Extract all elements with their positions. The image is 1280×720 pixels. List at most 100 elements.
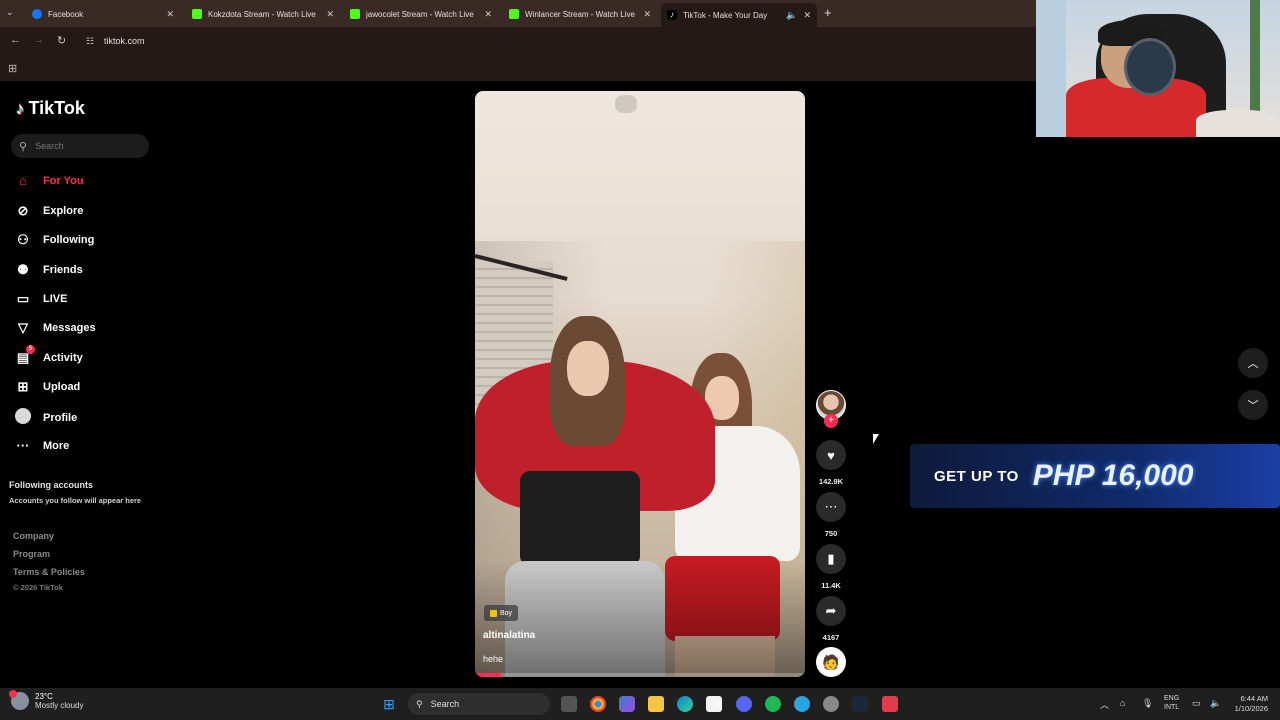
nav-activity[interactable]: ▤ 5 Activity: [15, 345, 83, 366]
activity-badge: 5: [26, 345, 35, 354]
task-view-icon[interactable]: [561, 696, 577, 712]
previous-video-button[interactable]: ︿: [1238, 348, 1268, 378]
back-button[interactable]: ←: [10, 34, 21, 46]
tab-tiktok[interactable]: ♪ TikTok - Make Your Day 🔈 ✕: [661, 3, 817, 27]
input-language[interactable]: ENG INTL: [1164, 694, 1179, 712]
clock-date: 1/10/2026: [1234, 704, 1268, 713]
share-button[interactable]: ➦: [816, 596, 846, 626]
search-box[interactable]: ⚲: [11, 134, 149, 158]
chevron-down-icon: ﹀: [1247, 400, 1259, 412]
video-progress-bar[interactable]: [475, 673, 805, 677]
taskbar-search[interactable]: ⚲ Search: [408, 693, 550, 715]
video-player[interactable]: Boy altinalatina hehe: [475, 91, 805, 677]
nav-live[interactable]: ▭ LIVE: [15, 291, 68, 307]
search-icon: ⚲: [416, 698, 423, 709]
system-clock[interactable]: 6:44 AM 1/10/2026: [1228, 694, 1268, 714]
windows-taskbar: [0, 688, 1280, 720]
display-icon[interactable]: ▭: [1192, 698, 1201, 709]
video-username[interactable]: altinalatina: [483, 630, 535, 641]
tab-winlancer[interactable]: Winlancer Stream - Watch Live ✕: [503, 4, 657, 24]
nav-label: Upload: [43, 381, 81, 393]
tab-jawocolet[interactable]: jawocolet Stream - Watch Live ✕: [344, 4, 498, 24]
mic-icon[interactable]: 🎙: [1142, 698, 1153, 709]
promo-prefix: GET UP TO: [934, 467, 1019, 485]
music-disc[interactable]: 🧑: [816, 647, 846, 677]
following-icon: ⚇: [17, 232, 29, 247]
close-icon[interactable]: ✕: [326, 9, 334, 20]
footer-link-program[interactable]: Program: [13, 549, 50, 559]
cam-microphone: [1124, 38, 1176, 96]
nav-upload[interactable]: ⊞ Upload: [15, 379, 81, 395]
nav-explore[interactable]: ⊘ Explore: [15, 203, 84, 219]
tab-search-icon[interactable]: ⌄: [6, 7, 14, 18]
close-icon[interactable]: ✕: [484, 9, 492, 20]
comment-count: 750: [824, 529, 838, 538]
spotify-icon[interactable]: [765, 696, 781, 712]
more-icon: ···: [16, 438, 30, 453]
save-button[interactable]: ▮: [816, 544, 846, 574]
app-icon[interactable]: [882, 696, 898, 712]
tab-kokzdota[interactable]: Kokzdota Stream - Watch Live ✕: [186, 4, 340, 24]
close-icon[interactable]: ✕: [803, 10, 811, 21]
search-input[interactable]: [35, 141, 136, 151]
speaker-icon[interactable]: 🔈: [786, 10, 797, 21]
search-icon: ⚲: [19, 140, 28, 153]
chevron-up-icon: ︿: [1247, 358, 1259, 370]
weather-widget[interactable]: 23°C Mostly cloudy: [9, 690, 83, 710]
video-progress-fill: [475, 673, 502, 677]
nav-label: Activity: [43, 352, 83, 364]
apps-grid-icon[interactable]: ⊞: [8, 62, 17, 75]
follow-plus-button[interactable]: +: [824, 414, 838, 428]
cam-blanket: [1196, 110, 1280, 137]
volume-icon[interactable]: 🔈: [1210, 698, 1221, 709]
settings-icon[interactable]: [823, 696, 839, 712]
nav-label: Profile: [43, 411, 78, 424]
footer-link-company[interactable]: Company: [13, 531, 54, 541]
dancer-left-top: [520, 471, 640, 566]
tiktok-note-icon: ♪: [16, 98, 25, 118]
following-accounts-title: Following accounts: [9, 480, 94, 490]
store-icon[interactable]: [706, 696, 722, 712]
nav-profile[interactable]: Profile: [15, 408, 77, 427]
like-button[interactable]: ♥: [816, 440, 846, 470]
nav-label: LIVE: [43, 293, 68, 305]
kick-icon: [350, 9, 360, 19]
comment-button[interactable]: ⋯: [816, 492, 846, 522]
nav-friends[interactable]: ⚉ Friends: [15, 262, 83, 278]
video-tag-label: Boy: [500, 609, 513, 617]
weather-temp: 23°C: [35, 692, 53, 701]
bookmark-icon: ▮: [827, 551, 835, 566]
new-tab-button[interactable]: +: [824, 5, 832, 20]
discord-icon[interactable]: [736, 696, 752, 712]
footer-link-terms[interactable]: Terms & Policies: [13, 567, 85, 577]
tab-facebook[interactable]: Facebook ✕: [26, 4, 180, 24]
close-icon[interactable]: ✕: [166, 9, 174, 20]
steam-icon[interactable]: [852, 696, 868, 712]
mouse-cursor: [873, 434, 879, 444]
start-button[interactable]: ⊞: [381, 696, 397, 712]
tray-chevron-icon[interactable]: ︿: [1100, 698, 1109, 711]
nav-more[interactable]: ··· More: [15, 438, 70, 453]
telegram-icon[interactable]: [794, 696, 810, 712]
video-tag[interactable]: Boy: [484, 605, 519, 621]
promo-banner[interactable]: GET UP TO PHP 16,000: [910, 444, 1280, 508]
nav-label: More: [43, 439, 70, 452]
close-icon[interactable]: ✕: [643, 9, 651, 20]
nav-label: For You: [43, 174, 84, 187]
chrome-icon[interactable]: [590, 696, 606, 712]
nav-messages[interactable]: ▽ Messages: [15, 320, 96, 336]
copilot-icon[interactable]: [619, 696, 635, 712]
next-video-button[interactable]: ﹀: [1238, 390, 1268, 420]
nav-for-you[interactable]: ⌂ For You: [15, 173, 84, 188]
reload-button[interactable]: ↻: [57, 34, 66, 47]
webcam-overlay: [1036, 0, 1280, 137]
edge-icon[interactable]: [677, 696, 693, 712]
forward-button[interactable]: →: [33, 34, 44, 46]
file-explorer-icon[interactable]: [648, 696, 664, 712]
tiktok-logo[interactable]: ♪ TikTok: [16, 98, 85, 119]
nav-following[interactable]: ⚇ Following: [15, 232, 94, 248]
site-info-icon[interactable]: ☷: [86, 36, 94, 47]
url-field[interactable]: tiktok.com: [104, 36, 145, 46]
network-icon[interactable]: ⌂: [1120, 698, 1125, 708]
save-count: 11.4K: [821, 581, 841, 590]
